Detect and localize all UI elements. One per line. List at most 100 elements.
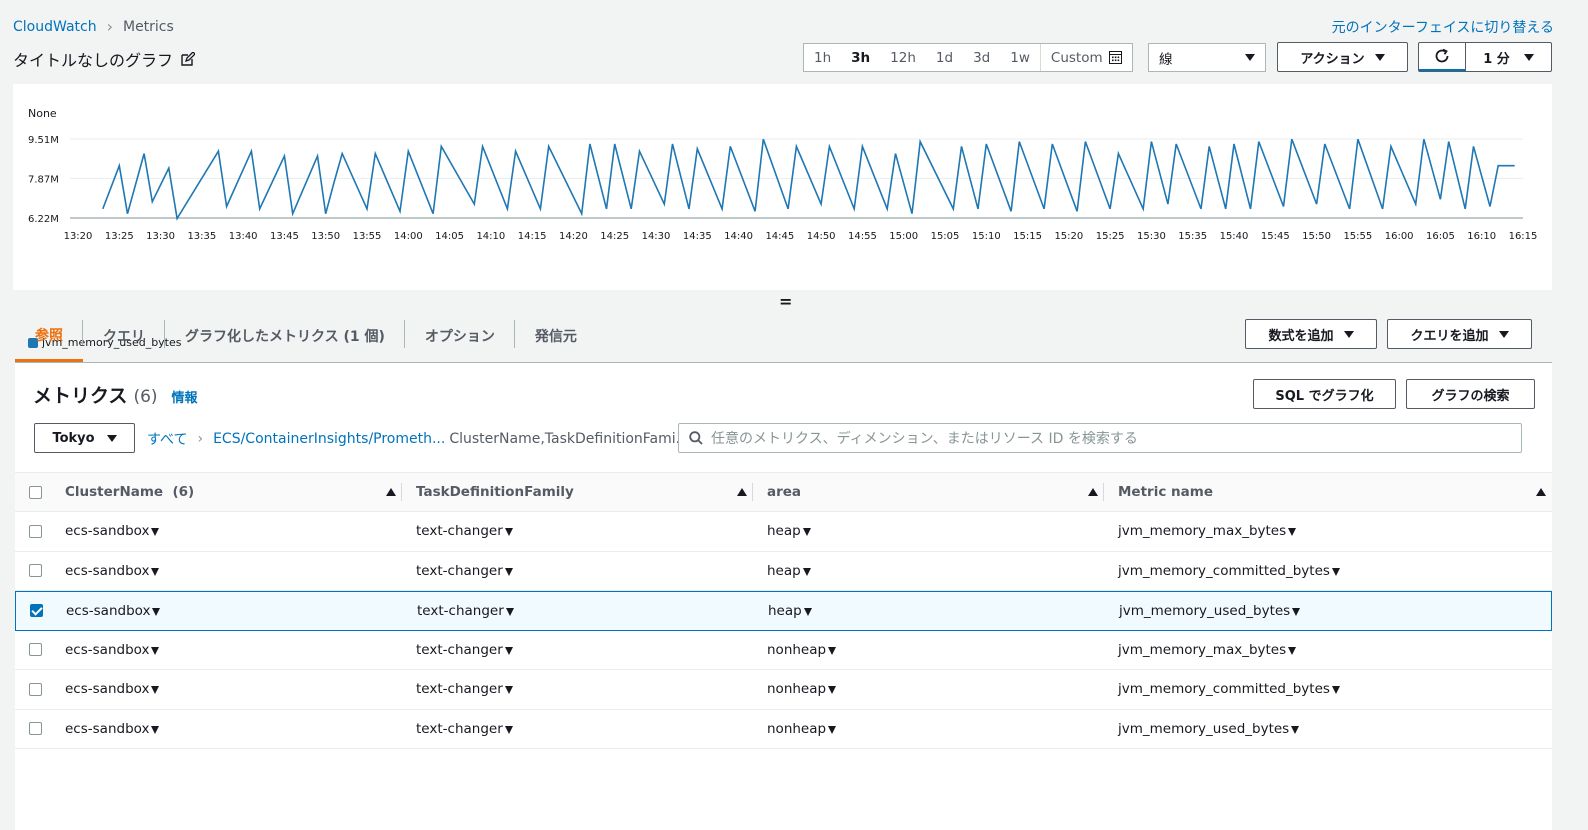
filter-menu-icon[interactable] [828,686,837,695]
select-all-checkbox[interactable] [28,485,42,499]
filter-menu-icon[interactable] [1288,528,1297,537]
table-row[interactable]: ecs-sandbox text-changer heap jvm_memory_us… [15,591,1552,631]
cell-value: text-changer [416,681,503,698]
metric-search-input[interactable]: 任意のメトリクス、ディメンション、またはリソース ID を検索する [678,423,1522,453]
filter-menu-icon[interactable] [151,646,160,655]
x-tick-label: 14:30 [642,231,671,242]
sort-ascending-icon[interactable] [1536,488,1546,496]
x-tick-label: 16:15 [1509,231,1538,242]
time-range-1d[interactable]: 1d [926,44,963,71]
column-header[interactable]: Metric name [1104,473,1552,511]
filter-menu-icon[interactable] [504,686,513,695]
row-checkbox[interactable] [28,643,42,657]
filter-menu-icon[interactable] [802,528,811,537]
time-range-3h[interactable]: 3h [841,44,880,71]
row-checkbox[interactable] [28,524,42,538]
filter-menu-icon[interactable] [1291,725,1300,734]
actions-dropdown-button[interactable]: アクション [1277,42,1408,72]
cell-value: ecs-sandbox [65,562,150,579]
region-select[interactable]: Tokyo [34,423,135,453]
time-range-custom[interactable]: Custom [1039,44,1132,71]
filter-menu-icon[interactable] [828,646,837,655]
tab-0[interactable]: 参照 [15,316,83,362]
column-header[interactable]: TaskDefinitionFamily [402,473,753,511]
filter-menu-icon[interactable] [152,607,161,616]
row-checkbox-cell [15,552,51,591]
row-checkbox[interactable] [29,604,43,618]
tab-2[interactable]: グラフ化したメトリクス (1 個) [165,316,405,362]
tab-1[interactable]: クエリ [83,316,165,362]
sort-ascending-icon[interactable] [386,488,396,496]
x-tick-label: 14:50 [807,231,836,242]
add-query-button[interactable]: クエリを追加 [1387,319,1532,349]
actions-label: アクション [1300,51,1365,67]
resize-handle-icon[interactable]: = [779,292,792,311]
x-tick-label: 15:55 [1343,231,1372,242]
line-chart[interactable]: None 6.22M 7.87M 9.51M 13:20 13:25 13:30 13:35 1… [13,84,1552,290]
table-cell-metric: jvm_memory_committed_bytes [1104,670,1552,709]
filter-menu-icon[interactable] [803,607,812,616]
table-row[interactable]: ecs-sandbox text-changer nonheap jvm_memory… [15,710,1552,749]
row-checkbox[interactable] [28,722,42,736]
filter-menu-icon[interactable] [828,725,837,734]
table-row[interactable]: ecs-sandbox text-changer nonheap jvm_memory… [15,631,1552,670]
time-range-1h[interactable]: 1h [804,44,841,71]
switch-to-classic-link[interactable]: 元のインターフェイスに切り替える [1332,17,1554,37]
chart-type-select[interactable]: 線 [1148,43,1266,72]
filter-menu-icon[interactable] [1292,607,1301,616]
cell-value: jvm_memory_committed_bytes [1118,562,1330,579]
filter-menu-icon[interactable] [151,725,160,734]
crumb-all-link[interactable]: すべて [147,429,187,449]
row-checkbox-cell [15,670,51,709]
sort-ascending-icon[interactable] [1088,488,1098,496]
filter-menu-icon[interactable] [1331,567,1340,576]
x-tick-label: 13:20 [64,231,93,242]
tab-3[interactable]: オプション [405,316,515,362]
table-cell-area: heap [754,592,1105,630]
table-cell-task: text-changer [402,631,753,670]
row-checkbox[interactable] [28,682,42,696]
refresh-button[interactable] [1419,43,1466,71]
edit-icon[interactable] [181,52,196,66]
filter-menu-icon[interactable] [1288,646,1297,655]
crumb-namespace-link[interactable]: ECS/ContainerInsights/Prometh... [213,431,445,447]
filter-menu-icon[interactable] [1331,686,1340,695]
column-header[interactable]: area [753,473,1104,511]
column-header[interactable]: ClusterName (6) [51,473,402,511]
refresh-interval-label: 1 分 [1483,51,1510,67]
info-link[interactable]: 情報 [172,387,198,406]
sort-ascending-icon[interactable] [737,488,747,496]
x-tick-label: 15:15 [1013,231,1042,242]
table-cell-metric: jvm_memory_max_bytes [1104,631,1552,670]
filter-menu-icon[interactable] [151,528,160,537]
tab-4[interactable]: 発信元 [515,316,597,362]
filter-menu-icon[interactable] [504,646,513,655]
x-tick-label: 14:00 [394,231,423,242]
table-cell-cluster: ecs-sandbox [52,592,403,630]
time-range-12h[interactable]: 12h [880,44,926,71]
filter-menu-icon[interactable] [504,528,513,537]
search-placeholder: 任意のメトリクス、ディメンション、またはリソース ID を検索する [711,431,1138,447]
table-row[interactable]: ecs-sandbox text-changer nonheap jvm_memory… [15,670,1552,710]
filter-menu-icon[interactable] [151,567,160,576]
filter-menu-icon[interactable] [504,567,513,576]
filter-menu-icon[interactable] [505,607,514,616]
header-checkbox-cell [15,473,51,511]
x-tick-label: 15:10 [972,231,1001,242]
graph-with-sql-button[interactable]: SQL でグラフ化 [1253,379,1396,409]
refresh-interval-dropdown[interactable]: 1 分 [1466,43,1551,71]
table-row[interactable]: ecs-sandbox text-changer heap jvm_memory_ma… [15,512,1552,552]
column-header-label: ClusterName (6) [65,484,195,500]
add-math-button[interactable]: 数式を追加 [1245,319,1377,349]
time-range-1w[interactable]: 1w [1000,44,1040,71]
filter-menu-icon[interactable] [802,567,811,576]
table-cell-task: text-changer [402,710,753,749]
table-row[interactable]: ecs-sandbox text-changer heap jvm_memory_co… [15,552,1552,591]
graph-search-button[interactable]: グラフの検索 [1406,379,1535,409]
time-range-3d[interactable]: 3d [963,44,1000,71]
filter-menu-icon[interactable] [504,725,513,734]
x-tick-label: 16:10 [1467,231,1496,242]
row-checkbox[interactable] [28,564,42,578]
breadcrumb-cloudwatch-link[interactable]: CloudWatch [13,19,97,35]
filter-menu-icon[interactable] [151,686,160,695]
